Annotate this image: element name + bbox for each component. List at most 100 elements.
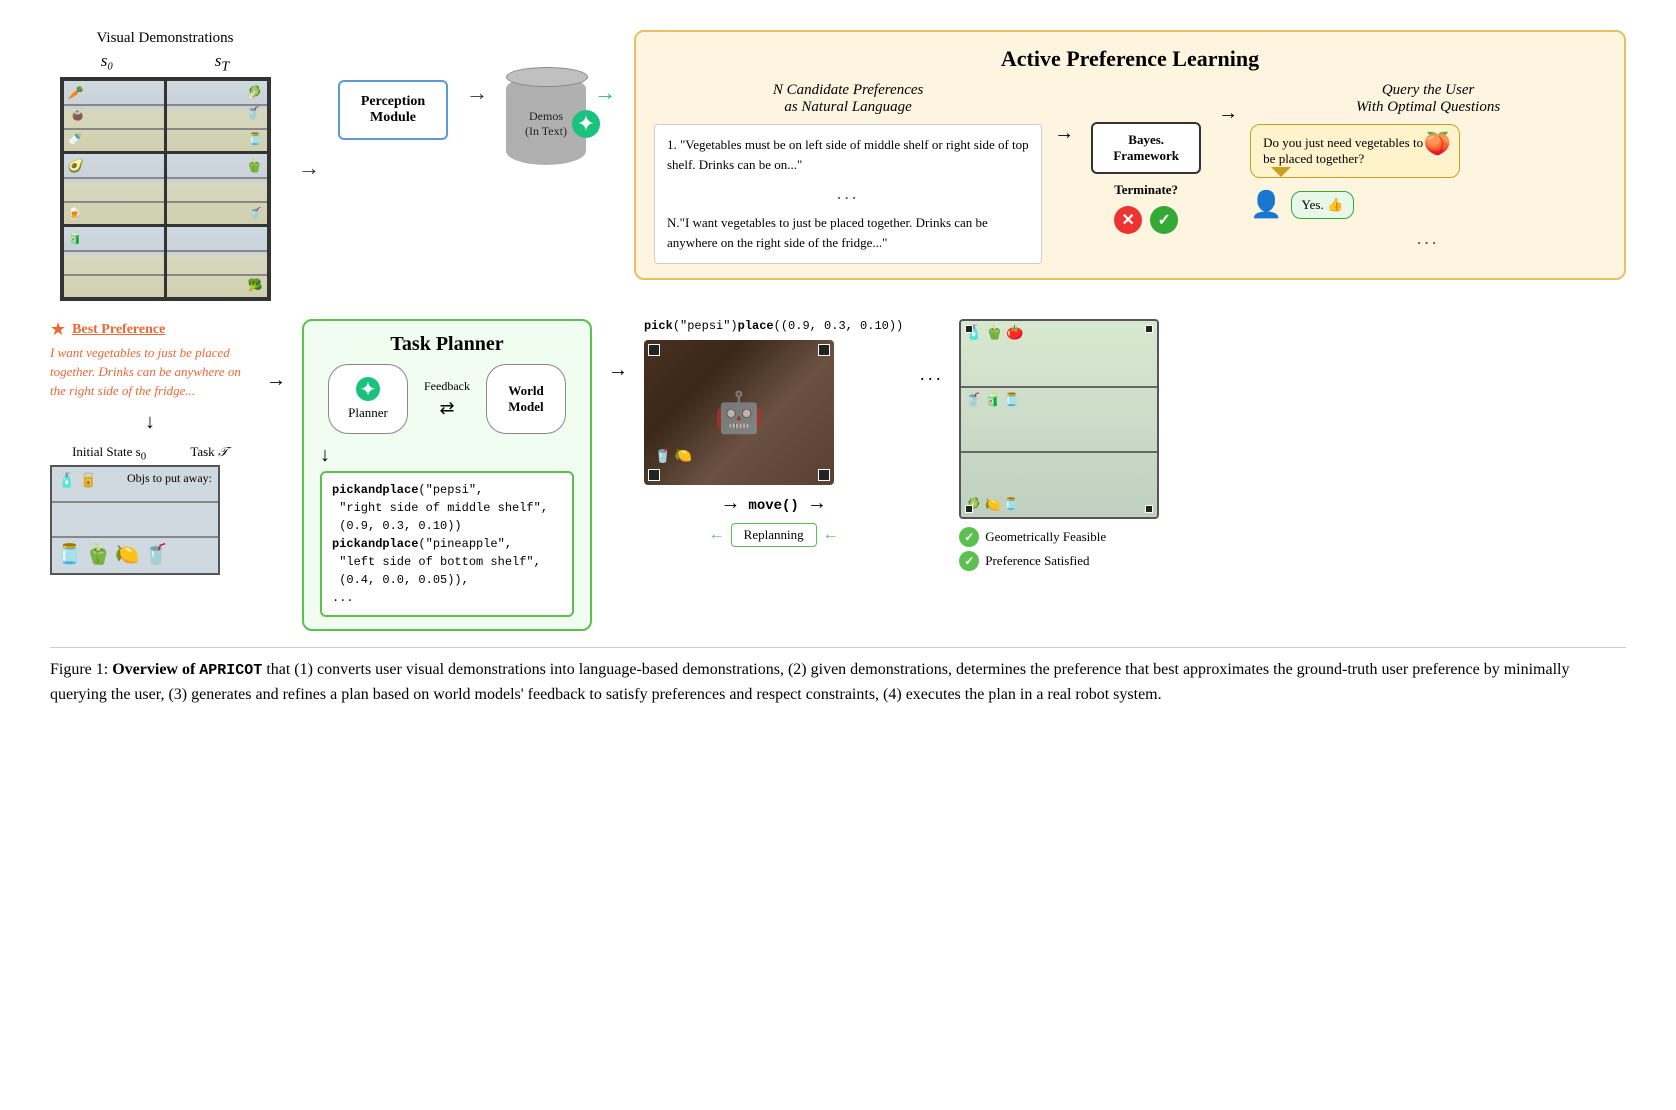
replanning-box: Replanning	[731, 523, 817, 547]
vis-demo-title: Visual Demonstrations	[97, 30, 234, 47]
result-corner-tl	[965, 325, 973, 333]
code-line5: "left side of bottom shelf",	[332, 555, 541, 569]
top-section: Visual Demonstrations s₀ sT 🥕 🧉 🍼	[50, 30, 1626, 301]
arrow-down-left: →	[298, 30, 320, 181]
best-pref-title: Best Preference	[72, 322, 165, 338]
best-pref-header: ★ Best Preference	[50, 319, 250, 340]
fruit-2: 🫑	[86, 542, 111, 567]
corner-bl	[648, 469, 660, 481]
fruit-3: 🍋	[115, 542, 140, 567]
star-icon: ★	[50, 319, 66, 340]
place-label: place((0.9, 0.3, 0.10))	[738, 319, 904, 333]
code-line3: (0.9, 0.3, 0.10))	[332, 519, 462, 533]
robot-images: pick("pepsi") place((0.9, 0.3, 0.10)) 🤖	[644, 319, 903, 547]
peach-icon: 🍑	[1424, 131, 1451, 157]
world-model-label: WorldModel	[508, 383, 543, 415]
fridge-cell-1: 🥕 🧉 🍼	[64, 81, 164, 151]
initial-state-section: Initial State s0 Task 𝒯 Objs to put away…	[50, 444, 250, 575]
user-reply-text: Yes. 👍	[1302, 197, 1344, 212]
bottom-section: ★ Best Preference I want vegetables to j…	[50, 319, 1626, 631]
terminate-no-btn: ✕	[1114, 206, 1142, 234]
bayes-col: Bayes.Framework Terminate? ✕ ✓	[1086, 82, 1206, 234]
corner-tl	[648, 344, 660, 356]
fridge-cell-2: 🥬 🥤 🫙	[167, 81, 267, 151]
query-dots: ...	[1250, 228, 1606, 249]
replanning-area: ← Replanning ←	[644, 523, 903, 547]
fridge-cell-3: 🥑 🍺	[64, 154, 164, 224]
caption-fig-label: Figure 1:	[50, 661, 108, 678]
task-planner-box: Task Planner ✦ Planner Feedback ⇄ WorldM…	[302, 319, 592, 631]
perception-module: PerceptionModule	[338, 80, 448, 140]
arrow-down-best: ↓	[50, 411, 250, 434]
fruit-row: 🫙 🫑 🍋 🥤	[57, 542, 169, 567]
query-col: Query the UserWith Optimal Questions 🍑 D…	[1250, 82, 1606, 251]
best-pref-text: I want vegetables to just be placed toge…	[50, 344, 245, 401]
badge-row-2: ✓ Preference Satisfied	[959, 551, 1106, 571]
arrow-to-planner: →	[266, 319, 286, 392]
s0-label: s₀	[101, 51, 114, 75]
arrow-perc-demos: →	[466, 30, 488, 106]
feedback-arrows: Feedback ⇄	[424, 379, 470, 419]
result-corner-bl	[965, 505, 973, 513]
openai-icon: ✦	[572, 110, 600, 138]
move-row: → move() →	[644, 492, 903, 515]
apl-title: Active Preference Learning	[654, 46, 1606, 72]
prefN-text: N."I want vegetables to just be placed t…	[667, 213, 1029, 252]
badge-check-2: ✓	[959, 551, 979, 571]
result-fridge: 🧴 🫑 🍅 🥤 🧃 🫙 🥬 🍋 🫙	[959, 319, 1159, 571]
apl-box: Active Preference Learning N Candidate P…	[634, 30, 1626, 280]
sT-label: sT	[215, 51, 230, 75]
pick-label: pick("pepsi")	[644, 319, 738, 333]
objs-label: Objs to put away:	[127, 471, 212, 486]
page-container: Visual Demonstrations s₀ sT 🥕 🧉 🍼	[0, 0, 1676, 728]
fridge-grid: 🥕 🧉 🍼 🥬 🥤 🫙	[60, 77, 271, 301]
fridge-cell-6: 🥦	[167, 227, 267, 297]
query-title: Query the UserWith Optimal Questions	[1250, 82, 1606, 116]
pref1-text: 1. "Vegetables must be on left side of m…	[667, 135, 1029, 174]
vis-demo: Visual Demonstrations s₀ sT 🥕 🧉 🍼	[50, 30, 280, 301]
task-planner-title: Task Planner	[320, 333, 574, 356]
code-line4: pickandplace	[332, 537, 418, 551]
code-box: pickandplace("pepsi", "right side of mid…	[320, 471, 574, 617]
demos-cylinder: Demos(In Text) ✦	[506, 75, 586, 193]
system-bubble: 🍑 Do you just need vegetables to be plac…	[1250, 124, 1460, 178]
robot-img-bg: 🤖 🥤 🍋	[644, 340, 834, 485]
user-icon: 👤	[1250, 190, 1282, 220]
arrow-to-query: →	[1218, 82, 1238, 125]
vis-demo-labels: s₀ sT	[50, 51, 280, 75]
robot-img-box: 🤖 🥤 🍋	[644, 340, 834, 485]
world-model-subbox: WorldModel	[486, 364, 566, 434]
terminate-label: Terminate?	[1114, 182, 1178, 198]
user-row: 👤 Yes. 👍	[1250, 190, 1606, 220]
bayes-box: Bayes.Framework	[1091, 122, 1201, 174]
corner-br	[818, 469, 830, 481]
result-corner-br	[1145, 505, 1153, 513]
planner-subbox: ✦ Planner	[328, 364, 408, 434]
perception-label: PerceptionModule	[361, 94, 425, 126]
fruit-4: 🥤	[144, 542, 169, 567]
left-col: ★ Best Preference I want vegetables to j…	[50, 319, 250, 574]
replanning-label: Replanning	[744, 527, 804, 542]
feedback-label: Feedback	[424, 379, 470, 394]
speech-bubble-wrapper: 🍑 Do you just need vegetables to be plac…	[1250, 124, 1606, 178]
candidate-prefs: N Candidate Preferencesas Natural Langua…	[654, 82, 1042, 264]
fridge-cell-4: 🫑 🥤	[167, 154, 267, 224]
caption-text: Overview of APRICOT that (1) converts us…	[50, 661, 1569, 703]
dots1: ...	[667, 180, 1029, 207]
terminate-buttons: ✕ ✓	[1114, 206, 1178, 234]
code-dots: ...	[332, 591, 354, 605]
planner-openai-icon: ✦	[356, 377, 380, 401]
dots-between: ···	[919, 319, 943, 390]
code-line2: "right side of middle shelf",	[332, 501, 548, 515]
result-badges: ✓ Geometrically Feasible ✓ Preference Sa…	[959, 527, 1106, 571]
badge-check-1: ✓	[959, 527, 979, 547]
initial-state-label: Initial State s0	[72, 444, 146, 463]
center-arrows: →	[608, 319, 628, 382]
badge2-text: Preference Satisfied	[985, 553, 1089, 569]
best-pref-section: ★ Best Preference I want vegetables to j…	[50, 319, 250, 401]
pick-place-labels: pick("pepsi") place((0.9, 0.3, 0.10))	[644, 319, 903, 333]
task-label: Task 𝒯	[190, 444, 228, 463]
candidate-prefs-title: N Candidate Preferencesas Natural Langua…	[654, 82, 1042, 116]
corner-tr	[818, 344, 830, 356]
caption: Figure 1: Overview of APRICOT that (1) c…	[50, 647, 1626, 708]
